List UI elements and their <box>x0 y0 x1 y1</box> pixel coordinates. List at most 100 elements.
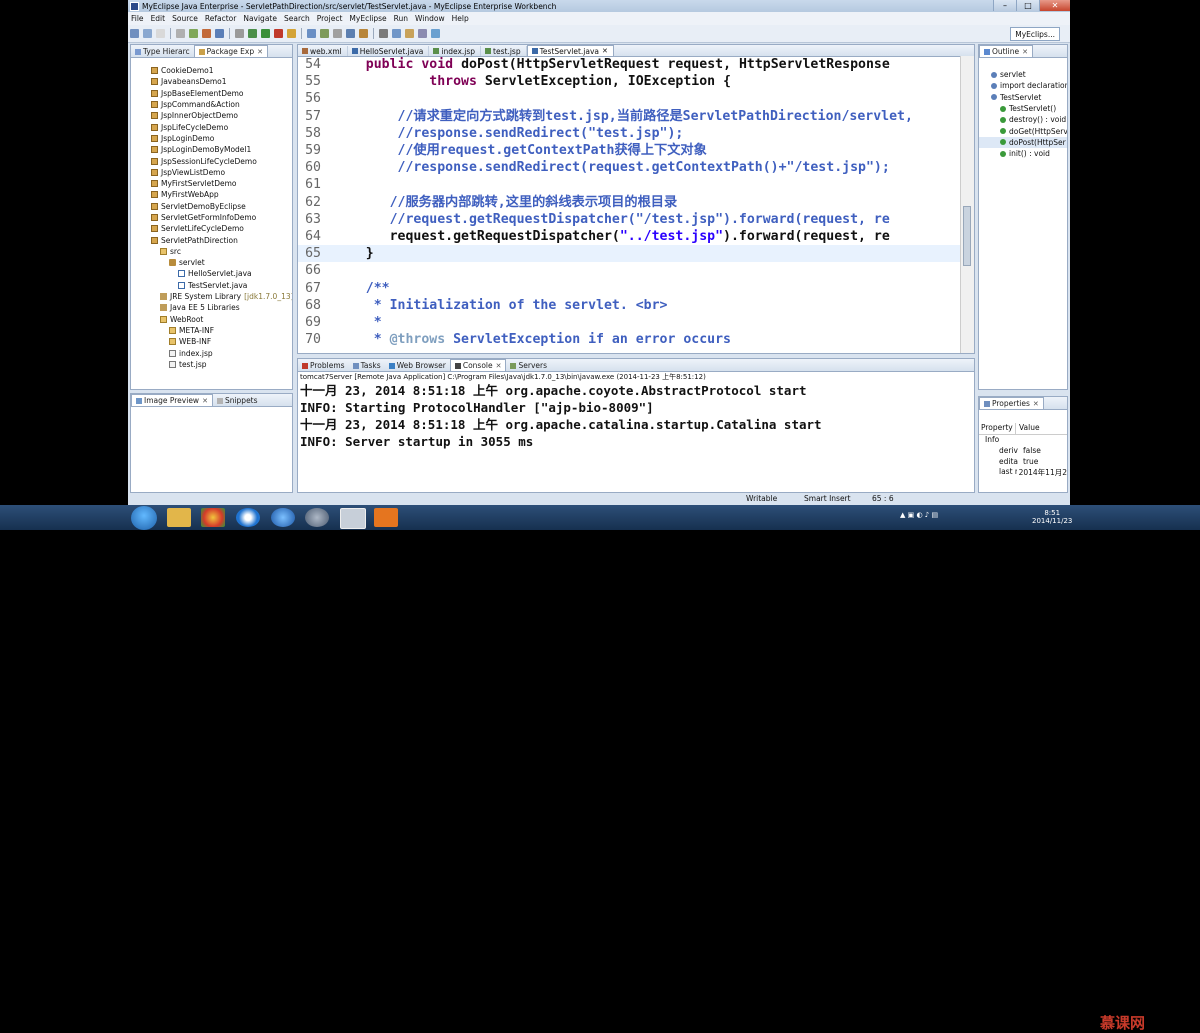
tree-item[interactable]: CookieDemo1 <box>131 65 292 76</box>
tree-item[interactable]: ServletLifeCycleDemo <box>131 223 292 234</box>
property-row[interactable]: deriv false <box>979 446 1067 457</box>
tab-type-hierarchy[interactable]: Type Hierarc <box>131 46 194 57</box>
code-line[interactable]: 68 * Initialization of the servlet. <br> <box>298 297 960 314</box>
tab-tasks[interactable]: Tasks <box>349 360 385 371</box>
code-line[interactable]: 54 public void doPost(HttpServletRequest… <box>298 56 960 73</box>
tree-item[interactable]: WebRoot <box>131 314 292 325</box>
toolbar-button-icon[interactable] <box>215 29 224 38</box>
code-line[interactable]: 58 //response.sendRedirect("test.jsp"); <box>298 125 960 142</box>
toolbar-button-icon[interactable] <box>143 29 152 38</box>
menu-search[interactable]: Search <box>284 14 310 23</box>
menu-window[interactable]: Window <box>415 14 445 23</box>
tree-item[interactable]: src <box>131 246 292 257</box>
tab-outline[interactable]: Outline ✕ <box>979 45 1034 57</box>
tree-item[interactable]: JspViewListDemo <box>131 167 292 178</box>
toolbar-button-icon[interactable] <box>261 29 270 38</box>
tree-item[interactable]: WEB-INF <box>131 336 292 347</box>
close-button[interactable]: ✕ <box>1039 0 1070 11</box>
toolbar-button-icon[interactable] <box>405 29 414 38</box>
outline-item[interactable]: TestServlet <box>979 92 1067 103</box>
toolbar-button-icon[interactable] <box>333 29 342 38</box>
menu-edit[interactable]: Edit <box>151 14 166 23</box>
close-icon[interactable]: ✕ <box>202 397 208 405</box>
tree-item[interactable]: MyFirstServletDemo <box>131 178 292 189</box>
code-line[interactable]: 59 //使用request.getContextPath获得上下文对象 <box>298 142 960 159</box>
tree-item[interactable]: META-INF <box>131 325 292 336</box>
outline-item[interactable]: destroy() : void <box>979 114 1067 125</box>
tree-item[interactable]: TestServlet.java <box>131 280 292 291</box>
close-icon[interactable]: ✕ <box>1022 48 1028 56</box>
toolbar-button-icon[interactable] <box>202 29 211 38</box>
menu-myeclipse[interactable]: MyEclipse <box>349 14 386 23</box>
editor-scrollbar[interactable] <box>960 56 974 353</box>
toolbar-button-icon[interactable] <box>189 29 198 38</box>
menu-help[interactable]: Help <box>452 14 469 23</box>
tree-item[interactable]: JspCommand&Action <box>131 99 292 110</box>
tree-item[interactable]: Java EE 5 Libraries <box>131 302 292 313</box>
tree-item[interactable]: JspLoginDemo <box>131 133 292 144</box>
code-line[interactable]: 63 //request.getRequestDispatcher("/test… <box>298 211 960 228</box>
property-row[interactable]: last r 2014年11月2 <box>979 467 1067 478</box>
tree-item[interactable]: JRE System Library [jdk1.7.0_13] <box>131 291 292 302</box>
tree-item[interactable]: JspLifeCycleDemo <box>131 121 292 132</box>
code-line[interactable]: 56 <box>298 90 960 107</box>
tab-servers[interactable]: Servers <box>506 360 551 371</box>
clock[interactable]: 8:51 2014/11/23 <box>1032 509 1072 525</box>
tab-snippets[interactable]: Snippets <box>213 395 262 406</box>
menu-refactor[interactable]: Refactor <box>205 14 236 23</box>
outline-item[interactable]: import declarations <box>979 80 1067 91</box>
toolbar-button-icon[interactable] <box>307 29 316 38</box>
myeclipse-taskbar-icon[interactable] <box>340 508 366 529</box>
perspective-switcher[interactable]: MyEclips... <box>1010 27 1060 41</box>
editor-tab[interactable]: TestServlet.java ✕ <box>526 45 614 56</box>
menu-file[interactable]: File <box>131 14 144 23</box>
tree-item[interactable]: JavabeansDemo1 <box>131 76 292 87</box>
editor-tab[interactable]: index.jsp <box>429 46 482 56</box>
code-line[interactable]: 64 request.getRequestDispatcher("../test… <box>298 228 960 245</box>
outline-item[interactable]: doGet(HttpServ <box>979 125 1067 136</box>
tab-web-browser[interactable]: Web Browser <box>385 360 450 371</box>
tree-item[interactable]: ServletDemoByEclipse <box>131 201 292 212</box>
tree-item[interactable]: JspInnerObjectDemo <box>131 110 292 121</box>
code-line[interactable]: 55 throws ServletException, IOException … <box>298 73 960 90</box>
tab-console[interactable]: Console ✕ <box>449 359 507 371</box>
outline-item[interactable]: servlet <box>979 69 1067 80</box>
toolbar-button-icon[interactable] <box>320 29 329 38</box>
close-icon[interactable]: ✕ <box>257 48 263 56</box>
tree-item[interactable]: test.jsp <box>131 359 292 370</box>
tree-item[interactable]: index.jsp <box>131 347 292 358</box>
maximize-button[interactable]: □ <box>1016 0 1039 11</box>
close-icon[interactable]: ✕ <box>1033 400 1039 408</box>
tree-item[interactable]: ServletPathDirection <box>131 234 292 245</box>
property-group[interactable]: Info <box>985 435 999 444</box>
tab-image-preview[interactable]: Image Preview ✕ <box>131 394 213 406</box>
code-line[interactable]: 62 //服务器内部跳转,这里的斜线表示项目的根目录 <box>298 194 960 211</box>
toolbar-button-icon[interactable] <box>418 29 427 38</box>
close-icon[interactable]: ✕ <box>496 362 502 370</box>
explorer-icon[interactable] <box>167 508 191 527</box>
value-column-header[interactable]: Value <box>1016 423 1040 434</box>
menu-source[interactable]: Source <box>172 14 198 23</box>
menu-navigate[interactable]: Navigate <box>243 14 277 23</box>
toolbar-button-icon[interactable] <box>248 29 257 38</box>
system-tray[interactable]: ▲ ▣ ◐ ♪ ▤ <box>900 511 938 519</box>
outline-item[interactable]: doPost(HttpSer <box>979 136 1067 149</box>
tree-item[interactable]: HelloServlet.java <box>131 268 292 279</box>
property-column-header[interactable]: Property <box>979 423 1016 434</box>
toolbar-button-icon[interactable] <box>346 29 355 38</box>
toolbar-button-icon[interactable] <box>287 29 296 38</box>
tree-item[interactable]: JspBaseElementDemo <box>131 88 292 99</box>
code-line[interactable]: 70 * @throws ServletException if an erro… <box>298 331 960 348</box>
toolbar-button-icon[interactable] <box>176 29 185 38</box>
editor-tab[interactable]: web.xml <box>298 46 348 56</box>
tree-item[interactable]: JspLoginDemoByModel1 <box>131 144 292 155</box>
tree-item[interactable]: servlet <box>131 257 292 268</box>
code-line[interactable]: 65 } <box>298 245 960 263</box>
presentation-icon[interactable] <box>374 508 398 527</box>
toolbar-button-icon[interactable] <box>130 29 139 38</box>
console-output[interactable]: 十一月 23, 2014 8:51:18 上午 org.apache.coyot… <box>298 382 962 492</box>
code-line[interactable]: 67 /** <box>298 280 960 297</box>
toolbar-button-icon[interactable] <box>359 29 368 38</box>
toolbar-button-icon[interactable] <box>274 29 283 38</box>
tab-package-explorer[interactable]: Package Exp ✕ <box>193 45 268 57</box>
